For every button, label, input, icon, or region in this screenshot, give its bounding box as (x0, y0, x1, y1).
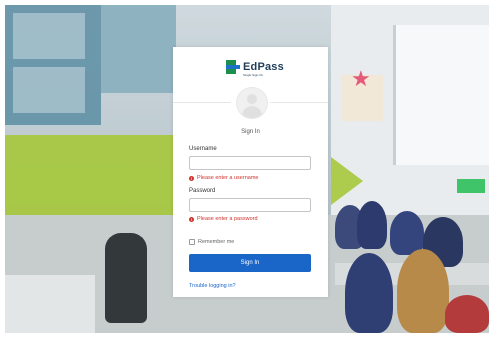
student (397, 249, 449, 333)
chair (105, 233, 147, 323)
login-card: EdPass Single Sign-On Sign In Username !… (173, 47, 328, 297)
user-avatar-icon (236, 87, 268, 119)
remember-me-checkbox[interactable] (189, 239, 195, 245)
storage-box (457, 179, 485, 193)
error-circle-icon: ! (189, 175, 194, 181)
divider (270, 102, 328, 103)
error-circle-icon: ! (189, 216, 194, 222)
window-pane (13, 67, 85, 113)
trouble-logging-in-link[interactable]: Trouble logging in? (189, 283, 236, 289)
window-pane (13, 13, 85, 59)
classroom-window (393, 25, 489, 165)
remember-me-row[interactable]: Remember me (189, 239, 234, 245)
background-window (101, 5, 176, 93)
password-error-text: Please enter a password (197, 216, 258, 222)
star-decoration-icon: ★ (351, 67, 371, 92)
password-error: ! Please enter a password (189, 216, 258, 222)
backpack (445, 295, 489, 333)
signin-button[interactable]: Sign In (189, 254, 311, 272)
desk (5, 275, 95, 333)
signin-heading: Sign In (241, 129, 260, 135)
password-input[interactable] (189, 198, 311, 212)
brand-tagline: Single Sign-On (243, 73, 264, 77)
edpass-logo-icon (226, 60, 240, 74)
remember-me-label[interactable]: Remember me (198, 239, 234, 245)
brand-logo: EdPass Single Sign-On (226, 59, 284, 77)
brand-name: EdPass (243, 61, 284, 73)
username-input[interactable] (189, 156, 311, 170)
username-label: Username (189, 146, 217, 152)
username-error-text: Please enter a username (197, 175, 259, 181)
username-error: ! Please enter a username (189, 175, 258, 181)
student (345, 253, 393, 333)
student (357, 201, 387, 249)
green-overlay-arrow (331, 157, 363, 205)
green-overlay-band (5, 135, 175, 215)
divider (173, 102, 231, 103)
password-label: Password (189, 188, 216, 194)
